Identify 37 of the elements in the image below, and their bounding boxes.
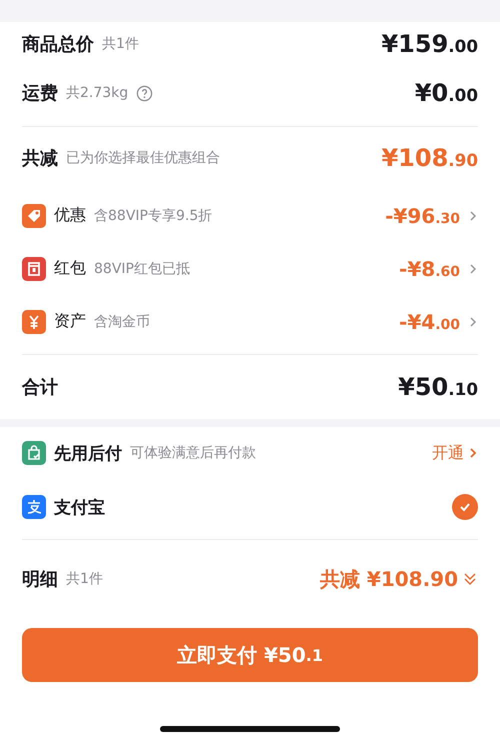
double-chevron-icon[interactable] [462, 571, 478, 587]
total-amount: ¥50.10 [398, 373, 478, 401]
discount-note: 含88VIP专享9.5折 [94, 206, 212, 224]
discount-amount[interactable]: -¥8.60 [399, 256, 460, 280]
discount-label: 优惠 [54, 205, 86, 226]
detail-savings[interactable]: 共减 ¥108.90 [320, 566, 458, 592]
amount: ¥0.00 [414, 79, 478, 107]
chevron-icon [468, 210, 478, 222]
detail-note: 共1件 [66, 570, 103, 588]
row-note: 共2.73kg [66, 84, 128, 102]
radio-button[interactable] [452, 494, 478, 520]
activate-link[interactable]: 开通 [432, 442, 478, 464]
payment-label: 支付宝 [54, 496, 105, 518]
savings-amount: ¥108.90 [381, 144, 478, 172]
discount-amount[interactable]: -¥96.30 [385, 204, 460, 228]
chevron-icon [468, 262, 478, 274]
discount-label: 红包 [54, 258, 86, 279]
discount-note: 88VIP红包已抵 [94, 260, 190, 278]
discount-label: 资产 [54, 311, 86, 332]
row-note: 共1件 [102, 35, 139, 53]
chevron-icon [468, 446, 478, 460]
bag-icon [22, 441, 46, 465]
payment-note: 可体验满意后再付款 [130, 444, 256, 462]
help-icon[interactable] [136, 84, 154, 102]
savings-note: 已为你选择最佳优惠组合 [66, 149, 220, 167]
discount-note: 含淘金币 [94, 312, 150, 330]
discount-amount[interactable]: -¥4.00 [399, 310, 460, 334]
pay-button[interactable]: 立即支付 ¥50.1 [22, 628, 478, 682]
chevron-icon [468, 316, 478, 328]
amount: ¥159.00 [381, 30, 478, 58]
savings-label: 共减 [22, 147, 58, 170]
row-label: 运费 [22, 82, 58, 105]
payment-label: 先用后付 [54, 442, 122, 464]
total-label: 合计 [22, 376, 58, 399]
detail-label: 明细 [22, 568, 58, 591]
alipay-icon [22, 495, 46, 519]
row-label: 商品总价 [22, 33, 94, 56]
